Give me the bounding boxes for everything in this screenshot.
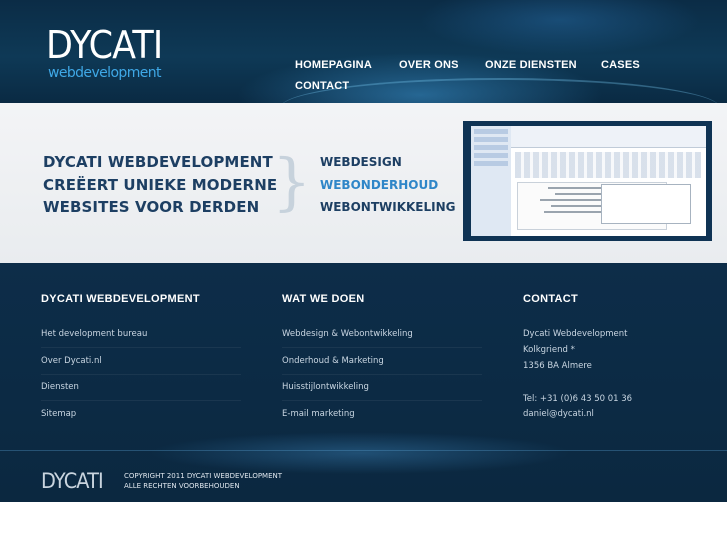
footer-link-sitemap[interactable]: Sitemap <box>41 409 76 419</box>
hero-banner: DYCATI WEBDEVELOPMENT CREËERT UNIEKE MOD… <box>0 103 727 263</box>
footer-link-onderhoud[interactable]: Onderhoud & Marketing <box>282 356 384 366</box>
service-webontwikkeling[interactable]: WEBONTWIKKELING <box>320 196 456 219</box>
cms-screenshot-image <box>463 121 712 241</box>
contact-phone: Tel: +31 (0)6 43 50 01 36 <box>523 394 633 404</box>
site-logo[interactable]: DYCATI webdevelopment <box>46 24 176 84</box>
footer-col-contact-title: CONTACT <box>523 293 579 305</box>
hero-tagline: DYCATI WEBDEVELOPMENT CREËERT UNIEKE MOD… <box>43 151 277 219</box>
footer-link-email-marketing[interactable]: E-mail marketing <box>282 409 355 419</box>
nav-contact[interactable]: CONTACT <box>295 80 349 92</box>
cms-screenshot-sidebar <box>471 126 511 236</box>
logo-subtitle: webdevelopment <box>48 65 162 81</box>
footer-logo: DYCATI <box>41 469 104 493</box>
footer-col-services: WAT WE DOEN <box>282 293 365 305</box>
nav-over-ons[interactable]: OVER ONS <box>399 59 459 71</box>
site-footer: DYCATI WEBDEVELOPMENT Het development bu… <box>0 263 727 502</box>
footer-link-development-bureau[interactable]: Het development bureau <box>41 329 147 339</box>
footer-link-over-dycati[interactable]: Over Dycati.nl <box>41 356 102 366</box>
footer-link-huisstijl[interactable]: Huisstijlontwikkeling <box>282 382 369 392</box>
footer-divider <box>282 400 482 401</box>
contact-email-link[interactable]: daniel@dycati.nl <box>523 409 594 419</box>
service-webonderhoud[interactable]: WEBONDERHOUD <box>320 174 456 197</box>
cms-screenshot-form <box>511 126 706 148</box>
footer-col-about-title: DYCATI WEBDEVELOPMENT <box>41 293 200 305</box>
brace-decoration: } <box>272 145 312 218</box>
logo-wordmark: DYCATI <box>46 23 163 67</box>
footer-bottom-divider <box>0 450 727 451</box>
footer-divider <box>41 374 241 375</box>
footer-link-webdesign[interactable]: Webdesign & Webontwikkeling <box>282 329 413 339</box>
contact-street: Kolkgriend * <box>523 345 575 355</box>
site-header: DYCATI webdevelopment HOMEPAGINA OVER ON… <box>0 0 727 103</box>
footer-divider <box>282 374 482 375</box>
contact-company: Dycati Webdevelopment <box>523 329 628 339</box>
footer-link-diensten[interactable]: Diensten <box>41 382 79 392</box>
copyright-notice: COPYRIGHT 2011 DYCATI WEBDEVELOPMENT ALL… <box>124 471 282 491</box>
cms-screenshot-toolbar <box>515 152 701 178</box>
nav-onze-diensten[interactable]: ONZE DIENSTEN <box>485 59 577 71</box>
nav-homepagina[interactable]: HOMEPAGINA <box>295 59 372 71</box>
tagline-line-3: WEBSITES VOOR DERDEN <box>43 198 260 216</box>
cms-screenshot-content <box>471 126 706 236</box>
copyright-line-1: COPYRIGHT 2011 DYCATI WEBDEVELOPMENT <box>124 472 283 480</box>
cms-screenshot-dialog <box>601 184 691 224</box>
footer-divider <box>41 400 241 401</box>
tagline-line-1: DYCATI WEBDEVELOPMENT <box>43 153 273 171</box>
service-list: WEBDESIGN WEBONDERHOUD WEBONTWIKKELING <box>320 151 456 219</box>
footer-divider <box>41 347 241 348</box>
footer-col-about: DYCATI WEBDEVELOPMENT <box>41 293 200 305</box>
footer-col-contact: CONTACT <box>523 293 578 305</box>
service-webdesign[interactable]: WEBDESIGN <box>320 151 456 174</box>
copyright-line-2: ALLE RECHTEN VOORBEHOUDEN <box>124 482 240 490</box>
contact-city: 1356 BA Almere <box>523 361 592 371</box>
tagline-line-2: CREËERT UNIEKE MODERNE <box>43 175 278 194</box>
nav-cases[interactable]: CASES <box>601 59 640 71</box>
footer-divider <box>282 347 482 348</box>
footer-col-services-title: WAT WE DOEN <box>282 293 365 305</box>
